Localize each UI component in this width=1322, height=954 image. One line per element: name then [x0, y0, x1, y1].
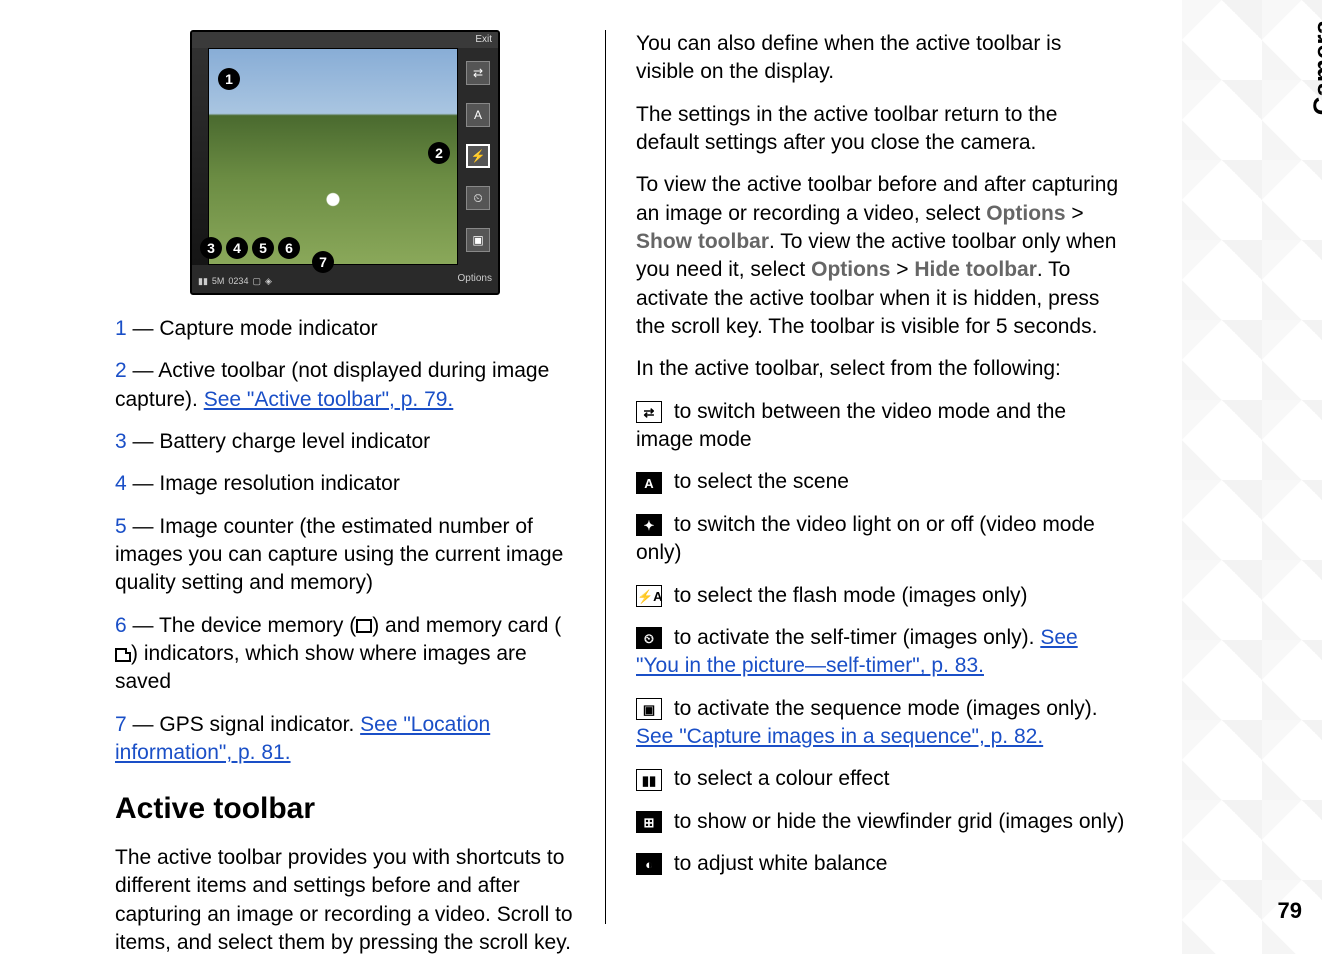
callout-1: 1: [218, 68, 240, 90]
gps-icon: ◈: [265, 275, 272, 287]
options-label-2: Options: [811, 258, 890, 281]
memory-icon: ▢: [252, 275, 261, 287]
resolution-icon: 5M: [212, 275, 225, 287]
legend-3-text: — Battery charge level indicator: [127, 430, 430, 453]
content-columns: Exit ⇄ A ⚡ ⏲ ▣ Options ▮▮ 5M 0234 ▢: [0, 0, 1252, 954]
right-p2: The settings in the active toolbar retur…: [636, 101, 1125, 158]
toolbar-switch-mode-icon: ⇄: [466, 61, 490, 85]
legend-1-num: 1: [115, 317, 127, 340]
camera-topbar: Exit: [192, 32, 498, 48]
legend-6-post: ) indicators, which show where images ar…: [115, 642, 527, 693]
active-toolbar-intro: The active toolbar provides you with sho…: [115, 844, 575, 954]
toolbar-row-switch-mode: ⇄ to switch between the video mode and t…: [636, 398, 1125, 455]
camera-status-row: ▮▮ 5M 0234 ▢ ◈: [198, 275, 272, 287]
legend-2-num: 2: [115, 359, 127, 382]
toolbar-row-grid: ⊞ to show or hide the viewfinder grid (i…: [636, 808, 1125, 836]
options-label: Options: [458, 273, 492, 284]
page-number: 79: [1278, 898, 1302, 924]
device-memory-icon: [356, 619, 372, 633]
legend-7: 7 — GPS signal indicator. See "Location …: [115, 711, 575, 768]
gt-2: >: [890, 258, 914, 281]
legend-5-num: 5: [115, 515, 127, 538]
legend-6-num: 6: [115, 614, 127, 637]
legend-2: 2 — Active toolbar (not displayed during…: [115, 357, 575, 414]
legend-7-num: 7: [115, 713, 127, 736]
callout-2: 2: [428, 142, 450, 164]
camera-active-toolbar: ⇄ A ⚡ ⏲ ▣: [458, 48, 498, 265]
side-tab-label: Camera: [1307, 20, 1322, 115]
toolbar-row-white-balance: ◐ to adjust white balance: [636, 850, 1125, 878]
legend-4: 4 — Image resolution indicator: [115, 470, 575, 498]
legend-4-num: 4: [115, 472, 127, 495]
callout-7: 7: [312, 251, 334, 273]
right-p1: You can also define when the active tool…: [636, 30, 1125, 87]
toolbar-row-scene: A to select the scene: [636, 468, 1125, 496]
legend-3: 3 — Battery charge level indicator: [115, 428, 575, 456]
callout-5: 5: [252, 237, 274, 259]
exit-label: Exit: [475, 34, 492, 45]
legend-6-pre: — The device memory (: [127, 614, 357, 637]
grid-icon: ⊞: [636, 811, 662, 833]
camera-viewfinder-screenshot: Exit ⇄ A ⚡ ⏲ ▣ Options ▮▮ 5M 0234 ▢: [190, 30, 500, 295]
toolbar-row-video-light: ✦ to switch the video light on or off (v…: [636, 511, 1125, 568]
section-heading-active-toolbar: Active toolbar: [115, 789, 575, 830]
callout-4: 4: [226, 237, 248, 259]
manual-page: Exit ⇄ A ⚡ ⏲ ▣ Options ▮▮ 5M 0234 ▢: [0, 0, 1322, 954]
legend-4-text: — Image resolution indicator: [127, 472, 400, 495]
video-light-icon: ✦: [636, 514, 662, 536]
sequence-mode-link[interactable]: See "Capture images in a sequence", p. 8…: [636, 725, 1043, 748]
legend-5-text: — Image counter (the estimated number of…: [115, 515, 563, 595]
white-balance-text: to adjust white balance: [668, 852, 887, 875]
gt-1: >: [1066, 202, 1084, 225]
toolbar-row-selftimer: ⏲ to activate the self-timer (images onl…: [636, 624, 1125, 681]
color-effect-icon: ▮▮: [636, 769, 662, 791]
legend-6: 6 — The device memory ( ) and memory card…: [115, 612, 575, 697]
right-p4: In the active toolbar, select from the f…: [636, 355, 1125, 383]
legend-3-num: 3: [115, 430, 127, 453]
toolbar-row-color-effect: ▮▮ to select a colour effect: [636, 765, 1125, 793]
battery-icon: ▮▮: [198, 275, 208, 287]
flash-mode-text: to select the flash mode (images only): [668, 584, 1028, 607]
color-effect-text: to select a colour effect: [668, 767, 889, 790]
legend-1-text: — Capture mode indicator: [127, 317, 378, 340]
image-counter: 0234: [228, 275, 248, 287]
legend-1: 1 — Capture mode indicator: [115, 315, 575, 343]
scene-icon: A: [636, 472, 662, 494]
callout-6: 6: [278, 237, 300, 259]
side-tab: Camera 79: [1252, 0, 1322, 954]
sequence-mode-icon: ▣: [636, 698, 662, 720]
right-column: You can also define when the active tool…: [605, 30, 1145, 924]
show-toolbar-label: Show toolbar: [636, 230, 769, 253]
self-timer-icon: ⏲: [636, 627, 662, 649]
legend-5: 5 — Image counter (the estimated number …: [115, 513, 575, 598]
video-light-text: to switch the video light on or off (vid…: [636, 513, 1095, 564]
flash-mode-icon: ⚡A: [636, 585, 662, 607]
hide-toolbar-label: Hide toolbar: [914, 258, 1037, 281]
camera-viewfinder-image: [208, 48, 458, 265]
toolbar-selftimer-icon: ⏲: [466, 186, 490, 210]
legend-2-link[interactable]: See "Active toolbar", p. 79.: [204, 388, 454, 411]
legend-6-mid: ) and memory card (: [372, 614, 561, 637]
sequence-mode-text: to activate the sequence mode (images on…: [668, 697, 1098, 720]
memory-card-icon: [115, 648, 131, 662]
switch-mode-text: to switch between the video mode and the…: [636, 400, 1066, 451]
left-column: Exit ⇄ A ⚡ ⏲ ▣ Options ▮▮ 5M 0234 ▢: [115, 30, 605, 924]
options-label-1: Options: [986, 202, 1065, 225]
toolbar-row-sequence: ▣ to activate the sequence mode (images …: [636, 695, 1125, 752]
white-balance-icon: ◐: [636, 853, 662, 875]
toolbar-sequence-icon: ▣: [466, 228, 490, 252]
grid-text: to show or hide the viewfinder grid (ima…: [668, 810, 1124, 833]
callout-3: 3: [200, 237, 222, 259]
toolbar-flash-icon: ⚡: [466, 144, 490, 168]
scene-text: to select the scene: [668, 470, 849, 493]
toolbar-row-flash: ⚡A to select the flash mode (images only…: [636, 582, 1125, 610]
legend-7-text: — GPS signal indicator.: [127, 713, 360, 736]
switch-mode-icon: ⇄: [636, 401, 662, 423]
toolbar-scene-icon: A: [466, 103, 490, 127]
right-p3: To view the active toolbar before and af…: [636, 171, 1125, 341]
self-timer-text: to activate the self-timer (images only)…: [668, 626, 1040, 649]
